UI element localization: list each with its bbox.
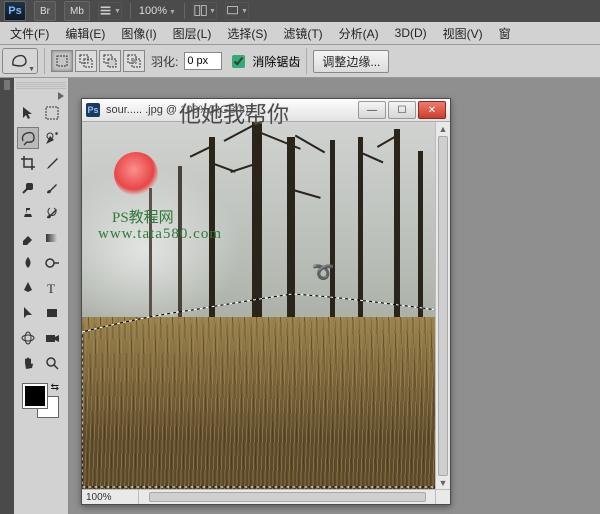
resize-corner[interactable]: [435, 489, 450, 504]
canvas-workspace: 他她我帮你 Ps sour..... .jpg @ 100%(RGB/8) — …: [69, 78, 600, 514]
tools-panel: T ⇆: [14, 78, 69, 514]
separator: [184, 3, 185, 19]
photoshop-logo-icon: Ps: [4, 1, 26, 21]
antialias-checkbox-input[interactable]: [232, 55, 245, 68]
horizontal-scrollbar[interactable]: 100%: [82, 489, 436, 504]
move-tool[interactable]: [17, 102, 39, 124]
zoom-tool[interactable]: [41, 352, 63, 374]
view-extras-button[interactable]: [98, 2, 122, 20]
3d-rotate-tool[interactable]: [17, 327, 39, 349]
dock-nub-icon: [4, 80, 10, 90]
crop-tool[interactable]: [17, 152, 39, 174]
dodge-tool[interactable]: [41, 252, 63, 274]
separator: [306, 48, 307, 74]
menu-view[interactable]: 视图(V): [435, 23, 491, 44]
brush-tool[interactable]: [41, 177, 63, 199]
maximize-button[interactable]: ☐: [388, 101, 416, 119]
menu-filter[interactable]: 滤镜(T): [275, 23, 330, 44]
vertical-scrollbar[interactable]: ▲ ▼: [435, 122, 450, 490]
blur-tool[interactable]: [17, 252, 39, 274]
lasso-tool[interactable]: [17, 127, 39, 149]
menu-image[interactable]: 图像(I): [113, 23, 164, 44]
bridge-button[interactable]: Br: [34, 1, 56, 21]
color-swatches[interactable]: ⇆: [21, 382, 61, 420]
antialias-checkbox[interactable]: 消除锯齿: [228, 52, 300, 71]
hand-tool[interactable]: [17, 352, 39, 374]
rectangular-marquee-tool[interactable]: [41, 102, 63, 124]
flyout-icon: [58, 92, 64, 100]
panel-grip[interactable]: [16, 82, 66, 89]
scroll-thumb[interactable]: [438, 136, 448, 476]
panel-flyout[interactable]: [16, 92, 66, 100]
document-title: sour..... .jpg @ 100%(RGB/8): [106, 104, 352, 116]
close-button[interactable]: ✕: [418, 101, 446, 119]
gradient-tool[interactable]: [41, 227, 63, 249]
eraser-tool[interactable]: [17, 227, 39, 249]
menu-edit[interactable]: 编辑(E): [57, 23, 113, 44]
menu-layer[interactable]: 图层(L): [165, 23, 220, 44]
menu-analysis[interactable]: 分析(A): [331, 23, 387, 44]
panel-dock-strip[interactable]: [0, 78, 14, 514]
menu-select[interactable]: 选择(S): [219, 23, 275, 44]
menu-bar: 文件(F) 编辑(E) 图像(I) 图层(L) 选择(S) 滤镜(T) 分析(A…: [0, 22, 600, 45]
menu-file[interactable]: 文件(F): [2, 23, 57, 44]
document-icon: Ps: [86, 103, 100, 117]
workspace-area: T ⇆ 他她我帮你 Ps sour..... .jpg @ 100%(RGB/8…: [0, 78, 600, 514]
svg-text:T: T: [47, 281, 55, 296]
scroll-down-icon[interactable]: ▼: [436, 476, 450, 490]
document-window: Ps sour..... .jpg @ 100%(RGB/8) — ☐ ✕: [81, 98, 451, 505]
options-bar: 羽化: 消除锯齿 调整边缘...: [0, 45, 600, 78]
pen-tool[interactable]: [17, 277, 39, 299]
document-canvas[interactable]: PS教程网 www.tata580.com ➰ ▲ ▼ 100%: [82, 122, 450, 504]
application-bar: Ps Br Mb 100%: [0, 0, 600, 22]
antialias-label: 消除锯齿: [252, 53, 300, 70]
zoom-level-dropdown[interactable]: 100%: [139, 5, 176, 17]
history-brush-tool[interactable]: [41, 202, 63, 224]
feather-input[interactable]: [184, 52, 222, 70]
quick-selection-tool[interactable]: [41, 127, 63, 149]
selection-intersect-icon[interactable]: [123, 50, 145, 72]
scroll-thumb[interactable]: [149, 492, 426, 502]
feather-label: 羽化:: [151, 53, 178, 70]
separator: [130, 3, 131, 19]
screen-mode-button[interactable]: [225, 2, 249, 20]
selection-mode-group: [51, 50, 145, 72]
document-titlebar[interactable]: Ps sour..... .jpg @ 100%(RGB/8) — ☐ ✕: [82, 99, 450, 122]
swap-colors-icon[interactable]: ⇆: [51, 382, 59, 393]
healing-brush-tool[interactable]: [17, 177, 39, 199]
menu-3d[interactable]: 3D(D): [387, 24, 435, 42]
selection-marquee: [82, 122, 436, 490]
selection-new-icon[interactable]: [51, 50, 73, 72]
type-tool[interactable]: T: [41, 277, 63, 299]
path-selection-tool[interactable]: [17, 302, 39, 324]
foreground-color-swatch[interactable]: [23, 384, 47, 408]
status-zoom-value[interactable]: 100%: [82, 490, 139, 504]
image-content: PS教程网 www.tata580.com ➰: [82, 122, 436, 490]
rectangle-shape-tool[interactable]: [41, 302, 63, 324]
selection-add-icon[interactable]: [75, 50, 97, 72]
arrange-documents-button[interactable]: [193, 2, 217, 20]
window-buttons: — ☐ ✕: [358, 101, 446, 119]
minimize-button[interactable]: —: [358, 101, 386, 119]
eyedropper-tool[interactable]: [41, 152, 63, 174]
menu-window[interactable]: 窗: [491, 23, 519, 44]
clone-stamp-tool[interactable]: [17, 202, 39, 224]
mini-bridge-button[interactable]: Mb: [64, 1, 90, 21]
tool-preset-picker[interactable]: [2, 48, 38, 74]
3d-camera-tool[interactable]: [41, 327, 63, 349]
separator: [44, 48, 45, 74]
refine-edge-button[interactable]: 调整边缘...: [313, 50, 389, 73]
scroll-up-icon[interactable]: ▲: [436, 122, 450, 136]
selection-subtract-icon[interactable]: [99, 50, 121, 72]
